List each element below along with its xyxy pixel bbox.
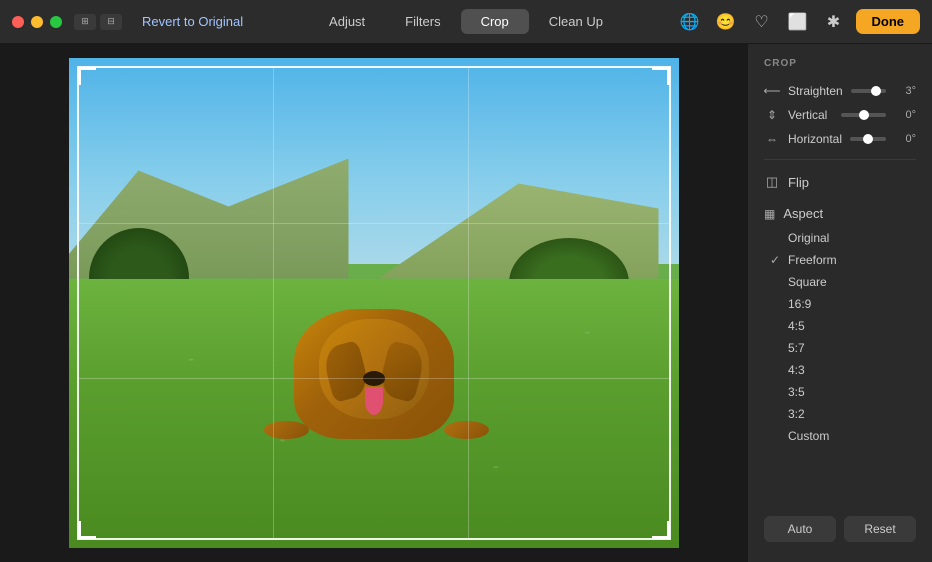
- freeform-check-icon: ✓: [770, 253, 780, 267]
- vertical-label: Vertical: [788, 108, 833, 122]
- aspect-option-3-5[interactable]: 3:5: [748, 381, 932, 403]
- aspect-option-freeform[interactable]: ✓ Freeform: [748, 249, 932, 271]
- horizontal-value: 0°: [894, 133, 916, 145]
- share-icon-button[interactable]: ⬜: [784, 8, 812, 36]
- aspect-custom-label: Custom: [788, 429, 829, 443]
- horizontal-icon: ⇔: [764, 131, 780, 147]
- vertical-slider-thumb: [859, 110, 869, 120]
- toolbar-right: 🌐 😊 ♡ ⬜ ✱ Done: [676, 8, 921, 36]
- aspect-option-16-9[interactable]: 16:9: [748, 293, 932, 315]
- revert-to-original-button[interactable]: Revert to Original: [134, 10, 251, 33]
- horizontal-row: ⇔ Horizontal 0°: [748, 127, 932, 151]
- done-button[interactable]: Done: [856, 9, 921, 34]
- main-content: CROP ⟵ Straighten 3° ⇕ Vertical 0° ⇔ Hor…: [0, 44, 932, 562]
- close-button[interactable]: [12, 16, 24, 28]
- aspect-option-5-7[interactable]: 5:7: [748, 337, 932, 359]
- horizontal-slider-thumb: [863, 134, 873, 144]
- nav-tabs: Adjust Filters Crop Clean Up: [309, 9, 623, 34]
- traffic-lights: [12, 16, 62, 28]
- heart-icon-button[interactable]: ♡: [748, 8, 776, 36]
- straighten-slider-thumb: [871, 86, 881, 96]
- aspect-option-4-3[interactable]: 4:3: [748, 359, 932, 381]
- flip-row[interactable]: ◫ Flip: [748, 168, 932, 196]
- horizontal-label: Horizontal: [788, 132, 842, 146]
- dog-head: [319, 319, 429, 419]
- dog-tongue: [365, 387, 383, 415]
- vertical-value: 0°: [894, 109, 916, 121]
- photo-container: [69, 58, 679, 548]
- dog: [234, 179, 514, 499]
- aspect-icon: ▦: [764, 207, 775, 221]
- horizontal-slider[interactable]: [850, 137, 886, 141]
- aspect-4-3-label: 4:3: [788, 363, 805, 377]
- straighten-slider[interactable]: [851, 89, 886, 93]
- aspect-section: ▦ Aspect Original ✓ Freeform Square 16:9…: [748, 196, 932, 451]
- maximize-button[interactable]: [50, 16, 62, 28]
- aspect-header[interactable]: ▦ Aspect: [748, 200, 932, 227]
- window-controls: ⊞ ⊟: [74, 14, 122, 30]
- aspect-label: Aspect: [783, 206, 823, 221]
- straighten-icon: ⟵: [764, 83, 780, 99]
- reset-button[interactable]: Reset: [844, 516, 916, 542]
- aspect-freeform-label: Freeform: [788, 253, 837, 267]
- panel-bottom: Auto Reset: [748, 506, 932, 552]
- sidebar-toggle-button[interactable]: ⊞: [74, 14, 96, 30]
- dog-body: [294, 309, 454, 439]
- minimize-button[interactable]: [31, 16, 43, 28]
- divider-1: [764, 159, 916, 160]
- aspect-square-label: Square: [788, 275, 827, 289]
- view-toggle-button[interactable]: ⊟: [100, 14, 122, 30]
- vertical-row: ⇕ Vertical 0°: [748, 103, 932, 127]
- aspect-4-5-label: 4:5: [788, 319, 805, 333]
- titlebar: ⊞ ⊟ Revert to Original Adjust Filters Cr…: [0, 0, 932, 44]
- aspect-5-7-label: 5:7: [788, 341, 805, 355]
- tab-cleanup[interactable]: Clean Up: [529, 9, 623, 34]
- aspect-option-custom[interactable]: Custom: [748, 425, 932, 447]
- emoji-icon-button[interactable]: 😊: [712, 8, 740, 36]
- right-panel: CROP ⟵ Straighten 3° ⇕ Vertical 0° ⇔ Hor…: [747, 44, 932, 562]
- globe-icon-button[interactable]: 🌐: [676, 8, 704, 36]
- vertical-slider[interactable]: [841, 113, 886, 117]
- flip-icon: ◫: [764, 174, 780, 190]
- dog-paw-left: [264, 421, 309, 439]
- vertical-icon: ⇕: [764, 107, 780, 123]
- straighten-label: Straighten: [788, 84, 843, 98]
- dog-ear-right: [376, 340, 427, 403]
- straighten-value: 3°: [894, 85, 916, 97]
- more-tools-button[interactable]: ✱: [820, 8, 848, 36]
- dog-nose: [363, 371, 385, 386]
- tab-filters[interactable]: Filters: [385, 9, 460, 34]
- aspect-option-original[interactable]: Original: [748, 227, 932, 249]
- dog-paw-right: [444, 421, 489, 439]
- aspect-16-9-label: 16:9: [788, 297, 811, 311]
- flip-label: Flip: [788, 175, 809, 190]
- aspect-3-2-label: 3:2: [788, 407, 805, 421]
- straighten-row: ⟵ Straighten 3°: [748, 79, 932, 103]
- dog-ear-left: [320, 340, 371, 403]
- aspect-option-4-5[interactable]: 4:5: [748, 315, 932, 337]
- panel-section-title: CROP: [748, 58, 932, 79]
- photo-area: [0, 44, 747, 562]
- aspect-option-3-2[interactable]: 3:2: [748, 403, 932, 425]
- aspect-original-label: Original: [788, 231, 829, 245]
- aspect-option-square[interactable]: Square: [748, 271, 932, 293]
- tab-crop[interactable]: Crop: [461, 9, 529, 34]
- auto-button[interactable]: Auto: [764, 516, 836, 542]
- photo-background: [69, 58, 679, 548]
- aspect-3-5-label: 3:5: [788, 385, 805, 399]
- tab-adjust[interactable]: Adjust: [309, 9, 385, 34]
